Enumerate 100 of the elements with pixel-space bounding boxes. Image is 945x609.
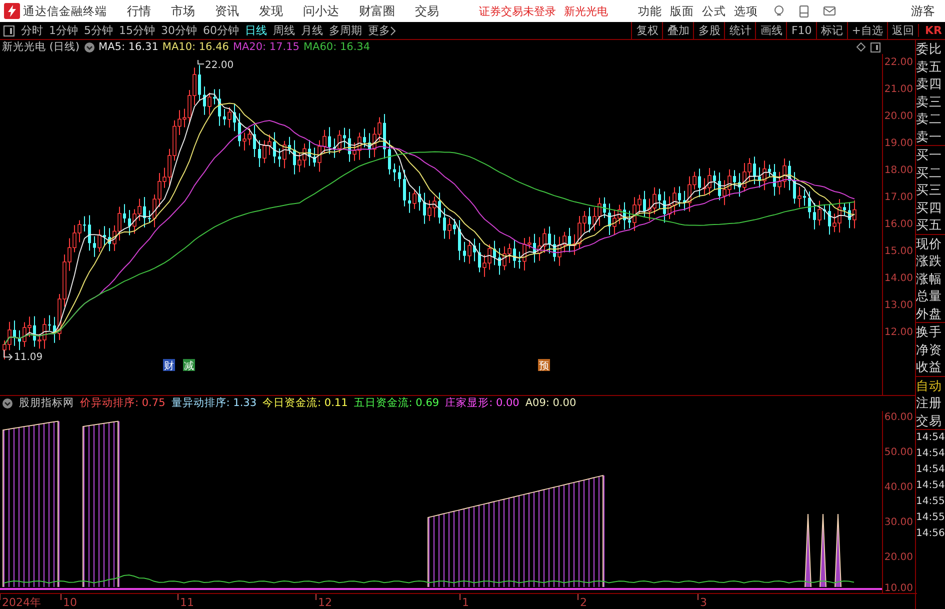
corner-label[interactable]: KR (918, 24, 945, 37)
tool-button[interactable]: 复权 (631, 22, 662, 39)
menu-item[interactable]: 交易 (415, 2, 439, 20)
period-tab[interactable]: 5分钟 (84, 23, 113, 38)
diamond-icon[interactable] (856, 42, 866, 52)
period-tab[interactable]: 多周期 (329, 23, 362, 38)
indicator-value: A09: 0.00 (525, 397, 576, 410)
menu-item[interactable]: 问小达 (303, 2, 339, 20)
quote-label: 买五 (916, 216, 945, 234)
quote-label: 交易 (916, 412, 945, 430)
menu-item[interactable]: 版面 (670, 4, 694, 18)
axis-label: 14.00 (884, 273, 914, 284)
logo-icon[interactable] (4, 3, 20, 19)
menu-item[interactable]: 发现 (259, 2, 283, 20)
axis-label: 16.00 (884, 219, 914, 230)
tool-button[interactable]: 多股 (693, 22, 724, 39)
menu-item[interactable]: 行情 (127, 2, 151, 20)
panel-toggle-icon[interactable] (3, 24, 15, 36)
more-label[interactable]: 更多 (368, 23, 390, 38)
login-notice: 证券交易未登录 (479, 4, 556, 18)
period-tab[interactable]: 15分钟 (119, 23, 155, 38)
stock-link[interactable]: 新光光电 (564, 4, 608, 18)
period-tab[interactable]: 月线 (301, 23, 323, 38)
dropdown-icon[interactable] (2, 398, 13, 409)
date-label: 2024年 (2, 596, 41, 609)
axis-label: 22.00 (884, 57, 914, 68)
ma-value: MA10: 16.46 (162, 41, 229, 53)
quote-label: 净资 (916, 340, 943, 358)
tool-button[interactable]: 画线 (755, 22, 786, 39)
axis-label: 50.00 (884, 446, 914, 458)
period-tab[interactable]: 分时 (21, 23, 43, 38)
menu-item[interactable]: 资讯 (215, 2, 239, 20)
tool-button[interactable]: 返回 (887, 22, 918, 39)
stock-title: 新光光电 (日线) (2, 40, 80, 54)
quote-label: 现价 (916, 234, 943, 252)
trade-time: 14:55 (916, 511, 945, 525)
quote-label: 卖一 (916, 128, 945, 146)
quote-label: 卖四 (916, 75, 943, 92)
quote-label: 卖三 (916, 92, 943, 110)
axis-label: 10.00 (884, 582, 914, 593)
axis-label: 40.00 (884, 482, 914, 493)
date-label: 2 (580, 596, 587, 609)
quote-label: 买四 (916, 198, 943, 216)
phone-icon[interactable] (799, 4, 809, 18)
period-tab[interactable]: 60分钟 (203, 23, 239, 38)
quote-label: 买一 (916, 146, 943, 164)
quote-label: 买二 (916, 164, 943, 181)
date-label: 3 (700, 596, 707, 609)
indicator-value: 今日资金流: 0.11 (262, 396, 348, 410)
axis-label: 30.00 (884, 516, 914, 528)
tool-button[interactable]: +自选 (846, 22, 887, 39)
mail-icon[interactable] (823, 6, 836, 16)
ma-value: MA20: 17.15 (232, 41, 300, 53)
leader-line (4, 350, 13, 360)
date-label: 11 (180, 596, 194, 609)
axis-label: 21.00 (884, 84, 914, 95)
trade-time: 14:54 (916, 479, 945, 493)
tool-button[interactable]: 标记 (816, 22, 847, 39)
quote-label: 收益 (916, 358, 945, 376)
period-tab[interactable]: 30分钟 (161, 23, 197, 38)
indicator-value: 量异动排序: 1.33 (171, 396, 257, 410)
quote-label: 自动 (916, 376, 943, 394)
chevron-right-icon[interactable] (390, 26, 396, 36)
axis-label: 13.00 (884, 300, 914, 311)
trade-time: 14:54 (916, 431, 945, 445)
event-marker: 财 (163, 359, 175, 372)
quote-label: 涨幅 (916, 270, 943, 287)
indicator-name: 股朋指标网 (19, 396, 74, 410)
menu-item[interactable]: 公式 (702, 4, 726, 18)
trade-time: 14:55 (916, 495, 945, 509)
ma-value: MA60: 16.34 (303, 41, 370, 53)
period-tab[interactable]: 1分钟 (49, 23, 78, 38)
axis-label: 20.00 (884, 552, 914, 563)
quote-label: 卖五 (916, 58, 943, 75)
high-price-label: 22.00 (205, 60, 234, 71)
axis-label: 15.00 (884, 246, 914, 257)
period-tab[interactable]: 日线 (245, 23, 267, 38)
panel-toggle-icon[interactable] (870, 42, 881, 52)
user-name[interactable]: 游客 (911, 2, 935, 20)
menu-item[interactable]: 功能 (638, 4, 662, 18)
tool-button[interactable]: 统计 (724, 22, 756, 39)
axis-label: 17.00 (884, 192, 914, 203)
tool-button[interactable]: 叠加 (662, 22, 694, 39)
dropdown-icon[interactable] (84, 42, 95, 52)
menu-item[interactable]: 市场 (171, 2, 195, 20)
indicator-value: 庄家显形: 0.00 (445, 396, 520, 410)
event-marker: 预 (538, 359, 550, 372)
axis-label: 18.00 (884, 165, 914, 176)
tool-button[interactable]: F10 (786, 22, 816, 39)
menu-item[interactable]: 财富圈 (359, 2, 395, 20)
ma-value: MA5: 16.31 (98, 41, 158, 53)
indicator-value: 价异动排序: 0.75 (80, 396, 166, 410)
menu-item[interactable]: 选项 (734, 4, 758, 18)
trade-time: 14:54 (916, 463, 945, 477)
low-price-label: 11.09 (14, 352, 43, 363)
quote-label: 买三 (916, 181, 943, 198)
event-marker: 减 (183, 359, 195, 372)
quote-label: 卖二 (916, 110, 943, 128)
period-tab[interactable]: 周线 (273, 23, 295, 38)
date-label: 1 (462, 596, 469, 609)
